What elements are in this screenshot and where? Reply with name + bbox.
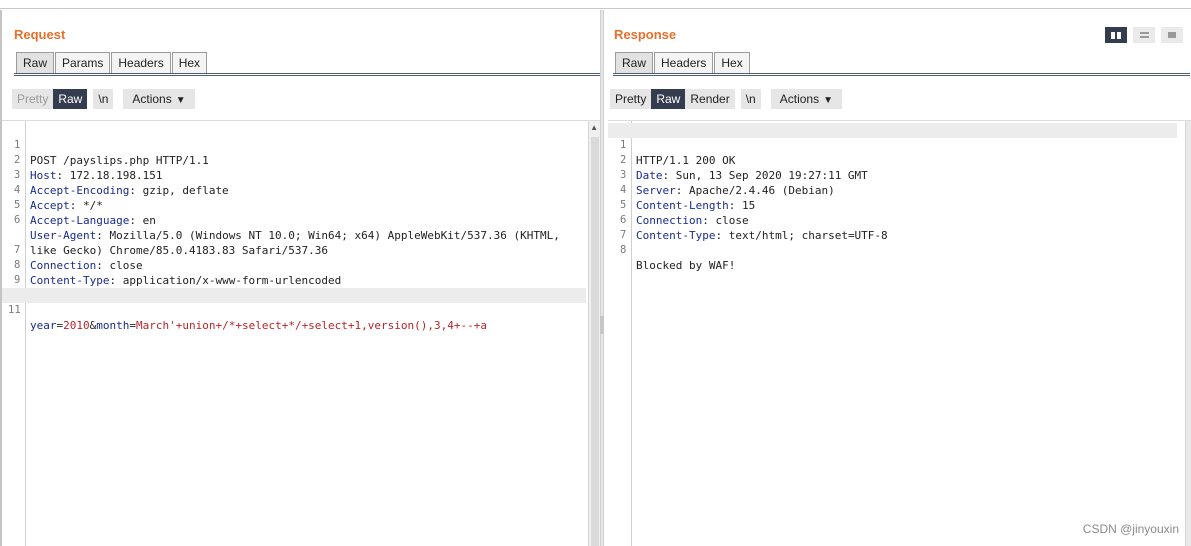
- response-line: 4 Content-Length: 15: [620, 184, 756, 212]
- param-value: March'+union+/*+select+*/+select+1,versi…: [136, 319, 487, 332]
- response-actions-menu[interactable]: Actions ▼: [770, 89, 842, 109]
- response-title: Response: [614, 27, 677, 42]
- request-tab-hex[interactable]: Hex: [171, 52, 208, 74]
- param-key: month: [96, 319, 130, 332]
- request-line: 10: [2, 273, 586, 301]
- request-tab-underline: [14, 73, 600, 76]
- request-tab-params[interactable]: Params: [55, 52, 111, 74]
- request-tab-raw[interactable]: Raw: [16, 52, 55, 74]
- request-line: 2 Host: 172.18.198.151: [14, 154, 163, 182]
- response-pane: Response Raw Headers Hex Pretty Raw Rend…: [604, 10, 1191, 546]
- request-raw-button[interactable]: Raw: [53, 89, 88, 109]
- request-line: 6 User-Agent: Mozilla/5.0 (Windows NT 10…: [14, 214, 560, 257]
- response-render-button[interactable]: Render: [685, 89, 735, 109]
- scroll-up-arrow-icon[interactable]: ▲: [590, 123, 598, 132]
- response-line: 7: [620, 229, 627, 241]
- response-scrollbar[interactable]: [1185, 121, 1191, 546]
- chevron-down-icon: ▼: [823, 95, 833, 106]
- response-actions-label: Actions: [779, 92, 820, 106]
- response-newline-toggle[interactable]: \n: [740, 89, 761, 109]
- request-pretty-button[interactable]: Pretty: [12, 89, 54, 109]
- response-lines: 1 HTTP/1.1 200 OK 2 Date: Sun, 13 Sep 20…: [608, 123, 1177, 272]
- chevron-down-icon: ▼: [175, 95, 186, 106]
- request-lines: 1 POST /payslips.php HTTP/1.1 2 Host: 17…: [2, 123, 586, 332]
- request-toolbar: Pretty Raw \n Actions ▼: [12, 89, 201, 109]
- request-editor[interactable]: 1 POST /payslips.php HTTP/1.1 2 Host: 17…: [2, 120, 600, 546]
- request-line: 5 Accept-Language: en: [14, 199, 156, 227]
- request-line: 9 Content-Length: 69: [2, 258, 586, 302]
- request-newline-toggle[interactable]: \n: [93, 89, 114, 109]
- request-line: 7 Connection: close: [14, 244, 143, 272]
- response-body-line: 8 Blocked by WAF!: [620, 244, 736, 272]
- response-editor[interactable]: 1 HTTP/1.1 200 OK 2 Date: Sun, 13 Sep 20…: [608, 120, 1191, 546]
- request-body-line: 11 year=2010&month=March'+union+/*+selec…: [2, 288, 586, 332]
- request-tab-headers[interactable]: Headers: [111, 52, 171, 74]
- request-line: 1 POST /payslips.php HTTP/1.1: [14, 139, 209, 167]
- response-tab-raw[interactable]: Raw: [615, 52, 654, 74]
- request-pane: Request Raw Params Headers Hex Pretty Ra…: [0, 10, 600, 546]
- param-key: year: [30, 319, 57, 332]
- request-line: 8 Content-Type: application/x-www-form-u…: [14, 259, 342, 287]
- response-toolbar: Pretty Raw Render \n Actions ▼: [610, 89, 848, 109]
- watermark: CSDN @jinyouxin: [1082, 522, 1179, 536]
- response-raw-button[interactable]: Raw: [651, 89, 686, 109]
- request-actions-menu[interactable]: Actions ▼: [123, 89, 195, 109]
- request-line: 3 Accept-Encoding: gzip, deflate: [14, 169, 229, 197]
- response-tab-underline: [613, 73, 1190, 76]
- stacked-icon[interactable]: [1133, 27, 1155, 43]
- request-title: Request: [14, 27, 66, 42]
- response-line: 6 Content-Type: text/html; charset=UTF-8: [620, 214, 888, 242]
- response-line: 5 Connection: close: [620, 199, 749, 227]
- side-by-side-icon[interactable]: [1105, 27, 1127, 43]
- request-scrollbar[interactable]: ▲: [588, 121, 600, 546]
- layout-toggle-group: [1105, 27, 1183, 43]
- param-value: 2010: [63, 319, 90, 332]
- single-pane-icon[interactable]: [1161, 27, 1183, 43]
- request-actions-label: Actions: [132, 92, 172, 106]
- request-tabs: Raw Params Headers Hex: [16, 52, 208, 74]
- response-line: 2 Date: Sun, 13 Sep 2020 19:27:11 GMT: [620, 154, 868, 182]
- response-line: 1 HTTP/1.1 200 OK: [608, 123, 1177, 167]
- response-line: 3 Server: Apache/2.4.46 (Debian): [620, 169, 835, 197]
- response-tab-hex[interactable]: Hex: [714, 52, 750, 74]
- response-pretty-button[interactable]: Pretty: [610, 89, 652, 109]
- window-top-strip: [0, 0, 1191, 9]
- request-line: 4 Accept: */*: [14, 184, 103, 212]
- response-tab-headers[interactable]: Headers: [654, 52, 714, 74]
- response-tabs: Raw Headers Hex: [615, 52, 751, 74]
- request-scrollbar-thumb[interactable]: [591, 137, 599, 546]
